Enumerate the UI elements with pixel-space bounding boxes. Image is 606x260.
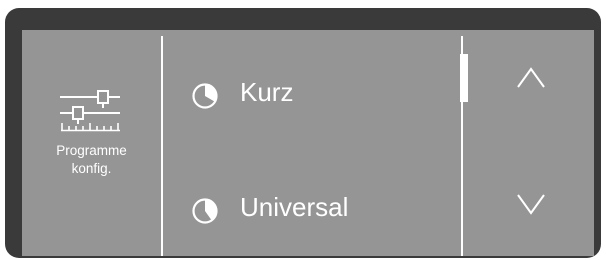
list-item-universal[interactable]: Universal	[165, 180, 455, 236]
programme-config-label-line2: konfig.	[71, 161, 112, 176]
right-divider	[461, 36, 463, 256]
scroll-up-button[interactable]	[469, 30, 594, 143]
display-screen: Programme konfig. Kurz Universal	[22, 30, 594, 256]
list-item-kurz[interactable]: Kurz	[165, 65, 455, 121]
device-bezel: Programme konfig. Kurz Universal	[5, 8, 601, 258]
list-item-label: Kurz	[240, 77, 294, 107]
chevron-up-icon	[517, 67, 545, 88]
left-divider	[161, 36, 163, 256]
pie-half-clock-icon	[191, 197, 219, 230]
programme-config-button[interactable]: Programme konfig.	[22, 30, 161, 256]
chevron-down-icon	[517, 194, 545, 215]
pie-quarter-clock-icon	[191, 82, 219, 115]
scroll-down-button[interactable]	[469, 143, 594, 256]
programme-config-label-line1: Programme	[56, 143, 127, 158]
list-item-label: Universal	[240, 192, 349, 222]
settings-sliders-icon	[60, 84, 122, 137]
